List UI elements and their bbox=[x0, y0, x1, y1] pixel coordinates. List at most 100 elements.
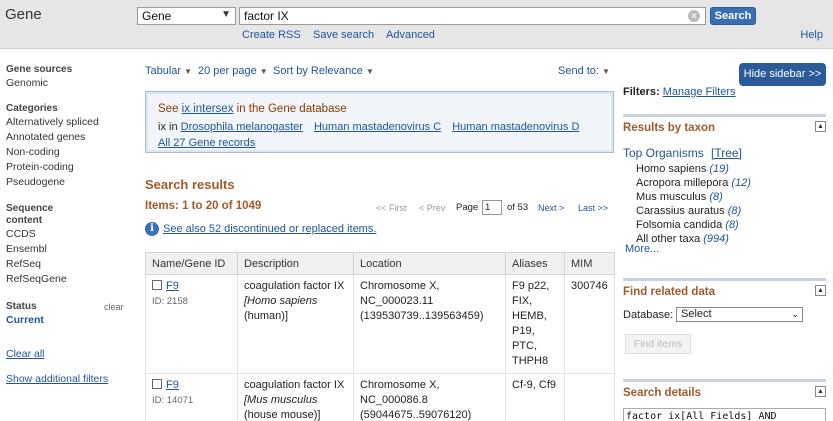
row-checkbox[interactable] bbox=[152, 379, 162, 389]
alias: PTC, bbox=[512, 340, 538, 352]
status-clear-link[interactable]: clear bbox=[104, 302, 124, 312]
discontinued-items-link[interactable]: See also 52 discontinued or replaced ite… bbox=[163, 223, 376, 235]
database-select[interactable]: Gene ▼ bbox=[137, 7, 236, 25]
filter-item-refseqgene[interactable]: RefSeqGene bbox=[6, 272, 67, 287]
column-header-aliases[interactable]: Aliases bbox=[505, 252, 565, 275]
sort-dropdown[interactable]: Sort by Relevance ▼ bbox=[273, 65, 374, 77]
search-input[interactable]: factor IX ✕ bbox=[239, 7, 706, 25]
alias: HEMB, bbox=[512, 310, 547, 322]
items-count: Items: 1 to 20 of 1049 bbox=[145, 200, 262, 212]
filter-item-ccds[interactable]: CCDS bbox=[6, 227, 67, 242]
filter-item-genomic[interactable]: Genomic bbox=[6, 76, 72, 91]
per-page-dropdown[interactable]: 20 per page ▼ bbox=[198, 65, 268, 77]
filter-group-gene-sources: Gene sources Genomic bbox=[6, 64, 72, 91]
related-database-select[interactable]: Select ⌄ bbox=[676, 307, 803, 322]
filter-item-ensembl[interactable]: Ensembl bbox=[6, 242, 67, 257]
send-to-dropdown[interactable]: Send to: ▼ bbox=[558, 65, 610, 77]
description-common: (house mouse)] bbox=[244, 409, 321, 421]
row-checkbox[interactable] bbox=[152, 280, 162, 290]
find-related-data-panel: Find related data ▲ Database: Select ⌄ F… bbox=[623, 278, 826, 358]
clear-all-link[interactable]: Clear all bbox=[6, 348, 45, 360]
ix-intersex-link[interactable]: ix intersex bbox=[182, 103, 234, 115]
more-taxa-link[interactable]: More... bbox=[625, 243, 659, 255]
taxon-name: Acropora millepora bbox=[636, 177, 729, 189]
find-items-button[interactable]: Find items bbox=[625, 334, 691, 354]
filter-item-pseudogene[interactable]: Pseudogene bbox=[6, 175, 99, 190]
last-page-link[interactable]: Last >> bbox=[578, 203, 608, 213]
collapse-icon[interactable]: ▲ bbox=[815, 121, 826, 132]
table-header-row: Name/Gene ID Description Location Aliase… bbox=[145, 252, 615, 275]
save-search-link[interactable]: Save search bbox=[313, 29, 374, 41]
first-page-link[interactable]: << First bbox=[376, 203, 407, 213]
search-input-value: factor IX bbox=[244, 9, 289, 23]
taxon-count: (8) bbox=[725, 219, 739, 231]
hide-sidebar-button[interactable]: Hide sidebar >> bbox=[739, 63, 826, 86]
gene-id: ID: 14071 bbox=[152, 395, 194, 406]
taxon-item[interactable]: Carassius auratus (8) bbox=[636, 205, 741, 217]
filter-group-title: Status bbox=[6, 301, 37, 312]
filter-item-annotated-genes[interactable]: Annotated genes bbox=[6, 130, 99, 145]
gene-name-link[interactable]: F9 bbox=[166, 379, 179, 391]
create-rss-link[interactable]: Create RSS bbox=[242, 29, 301, 41]
taxon-item[interactable]: Homo sapiens (19) bbox=[636, 163, 729, 175]
location-cell: Chromosome X, NC_000023.11 (139530739..1… bbox=[353, 274, 506, 374]
clear-search-icon[interactable]: ✕ bbox=[688, 10, 700, 22]
location-accession: NC_000086.8 bbox=[360, 394, 428, 406]
taxon-item[interactable]: Folsomia candida (8) bbox=[636, 219, 739, 231]
gene-name-link[interactable]: F9 bbox=[166, 280, 179, 292]
filter-item-non-coding[interactable]: Non-coding bbox=[6, 145, 99, 160]
location-cell: Chromosome X, NC_000086.8 (59044675..590… bbox=[353, 373, 506, 421]
column-header-name[interactable]: Name/Gene ID bbox=[145, 252, 238, 275]
taxon-item[interactable]: Mus musculus (8) bbox=[636, 191, 723, 203]
drosophila-link[interactable]: Drosophila melanogaster bbox=[181, 121, 303, 133]
per-page-label: 20 per page bbox=[198, 65, 257, 77]
taxon-count: (19) bbox=[709, 163, 729, 175]
help-link[interactable]: Help bbox=[800, 29, 823, 41]
column-header-mim[interactable]: MIM bbox=[564, 252, 615, 275]
taxon-count: (8) bbox=[709, 191, 723, 203]
filter-item-current[interactable]: Current bbox=[6, 313, 44, 328]
all-gene-records-link[interactable]: All 27 Gene records bbox=[158, 137, 255, 149]
chevron-down-icon: ⌄ bbox=[791, 309, 799, 319]
organism-prefix: ix in bbox=[158, 121, 181, 133]
column-header-description[interactable]: Description bbox=[237, 252, 354, 275]
taxon-count: (8) bbox=[727, 205, 742, 217]
collapse-icon[interactable]: ▲ bbox=[815, 386, 826, 397]
page-number-input[interactable]: 1 bbox=[482, 200, 502, 215]
filter-group-title: Categories bbox=[6, 103, 58, 114]
manage-filters-link[interactable]: Manage Filters bbox=[663, 86, 736, 98]
filter-group-title: Sequence bbox=[6, 203, 54, 214]
related-search-box: See ix intersex in the Gene database ix … bbox=[145, 91, 614, 153]
description-main: coagulation factor IX bbox=[244, 280, 345, 292]
related-database-value: Select bbox=[681, 308, 712, 320]
caret-down-icon: ▼ bbox=[365, 67, 374, 76]
search-button[interactable]: Search bbox=[710, 7, 756, 25]
filter-item-protein-coding[interactable]: Protein-coding bbox=[6, 160, 99, 175]
search-details-query[interactable]: factor ix[All Fields] AND bbox=[623, 408, 826, 421]
prev-page-link[interactable]: < Prev bbox=[419, 203, 445, 213]
next-page-link[interactable]: Next > bbox=[538, 203, 564, 213]
human-mastadenovirus-c-link[interactable]: Human mastadenovirus C bbox=[314, 121, 441, 133]
caret-down-icon: ▼ bbox=[259, 67, 268, 76]
mim-cell bbox=[564, 373, 615, 421]
column-header-location[interactable]: Location bbox=[353, 252, 506, 275]
taxon-count: (994) bbox=[703, 233, 729, 245]
filter-item-refseq[interactable]: RefSeq bbox=[6, 257, 67, 272]
taxonomy-tree-link[interactable]: [Tree] bbox=[711, 146, 742, 160]
collapse-icon[interactable]: ▲ bbox=[815, 285, 826, 296]
taxon-item[interactable]: Acropora millepora (12) bbox=[636, 177, 751, 189]
location-chromosome: Chromosome X, bbox=[360, 379, 440, 391]
table-row: F9 ID: 2158 coagulation factor IX [Homo … bbox=[145, 274, 615, 374]
show-additional-filters-link[interactable]: Show additional filters bbox=[6, 373, 108, 385]
see-prefix: See bbox=[158, 103, 182, 115]
filter-group-status: Status Current bbox=[6, 301, 44, 328]
taxon-name: Carassius auratus bbox=[636, 205, 725, 217]
results-by-taxon-panel: Results by taxon ▲ Top Organisms [Tree] … bbox=[623, 114, 826, 256]
human-mastadenovirus-d-link[interactable]: Human mastadenovirus D bbox=[452, 121, 579, 133]
format-dropdown[interactable]: Tabular ▼ bbox=[145, 65, 192, 77]
location-accession: NC_000023.11 bbox=[360, 295, 434, 307]
filter-item-alternatively-spliced[interactable]: Alternatively spliced bbox=[6, 115, 99, 130]
send-to-label: Send to: bbox=[558, 65, 599, 77]
taxon-name: Mus musculus bbox=[636, 191, 707, 203]
advanced-search-link[interactable]: Advanced bbox=[386, 29, 435, 41]
